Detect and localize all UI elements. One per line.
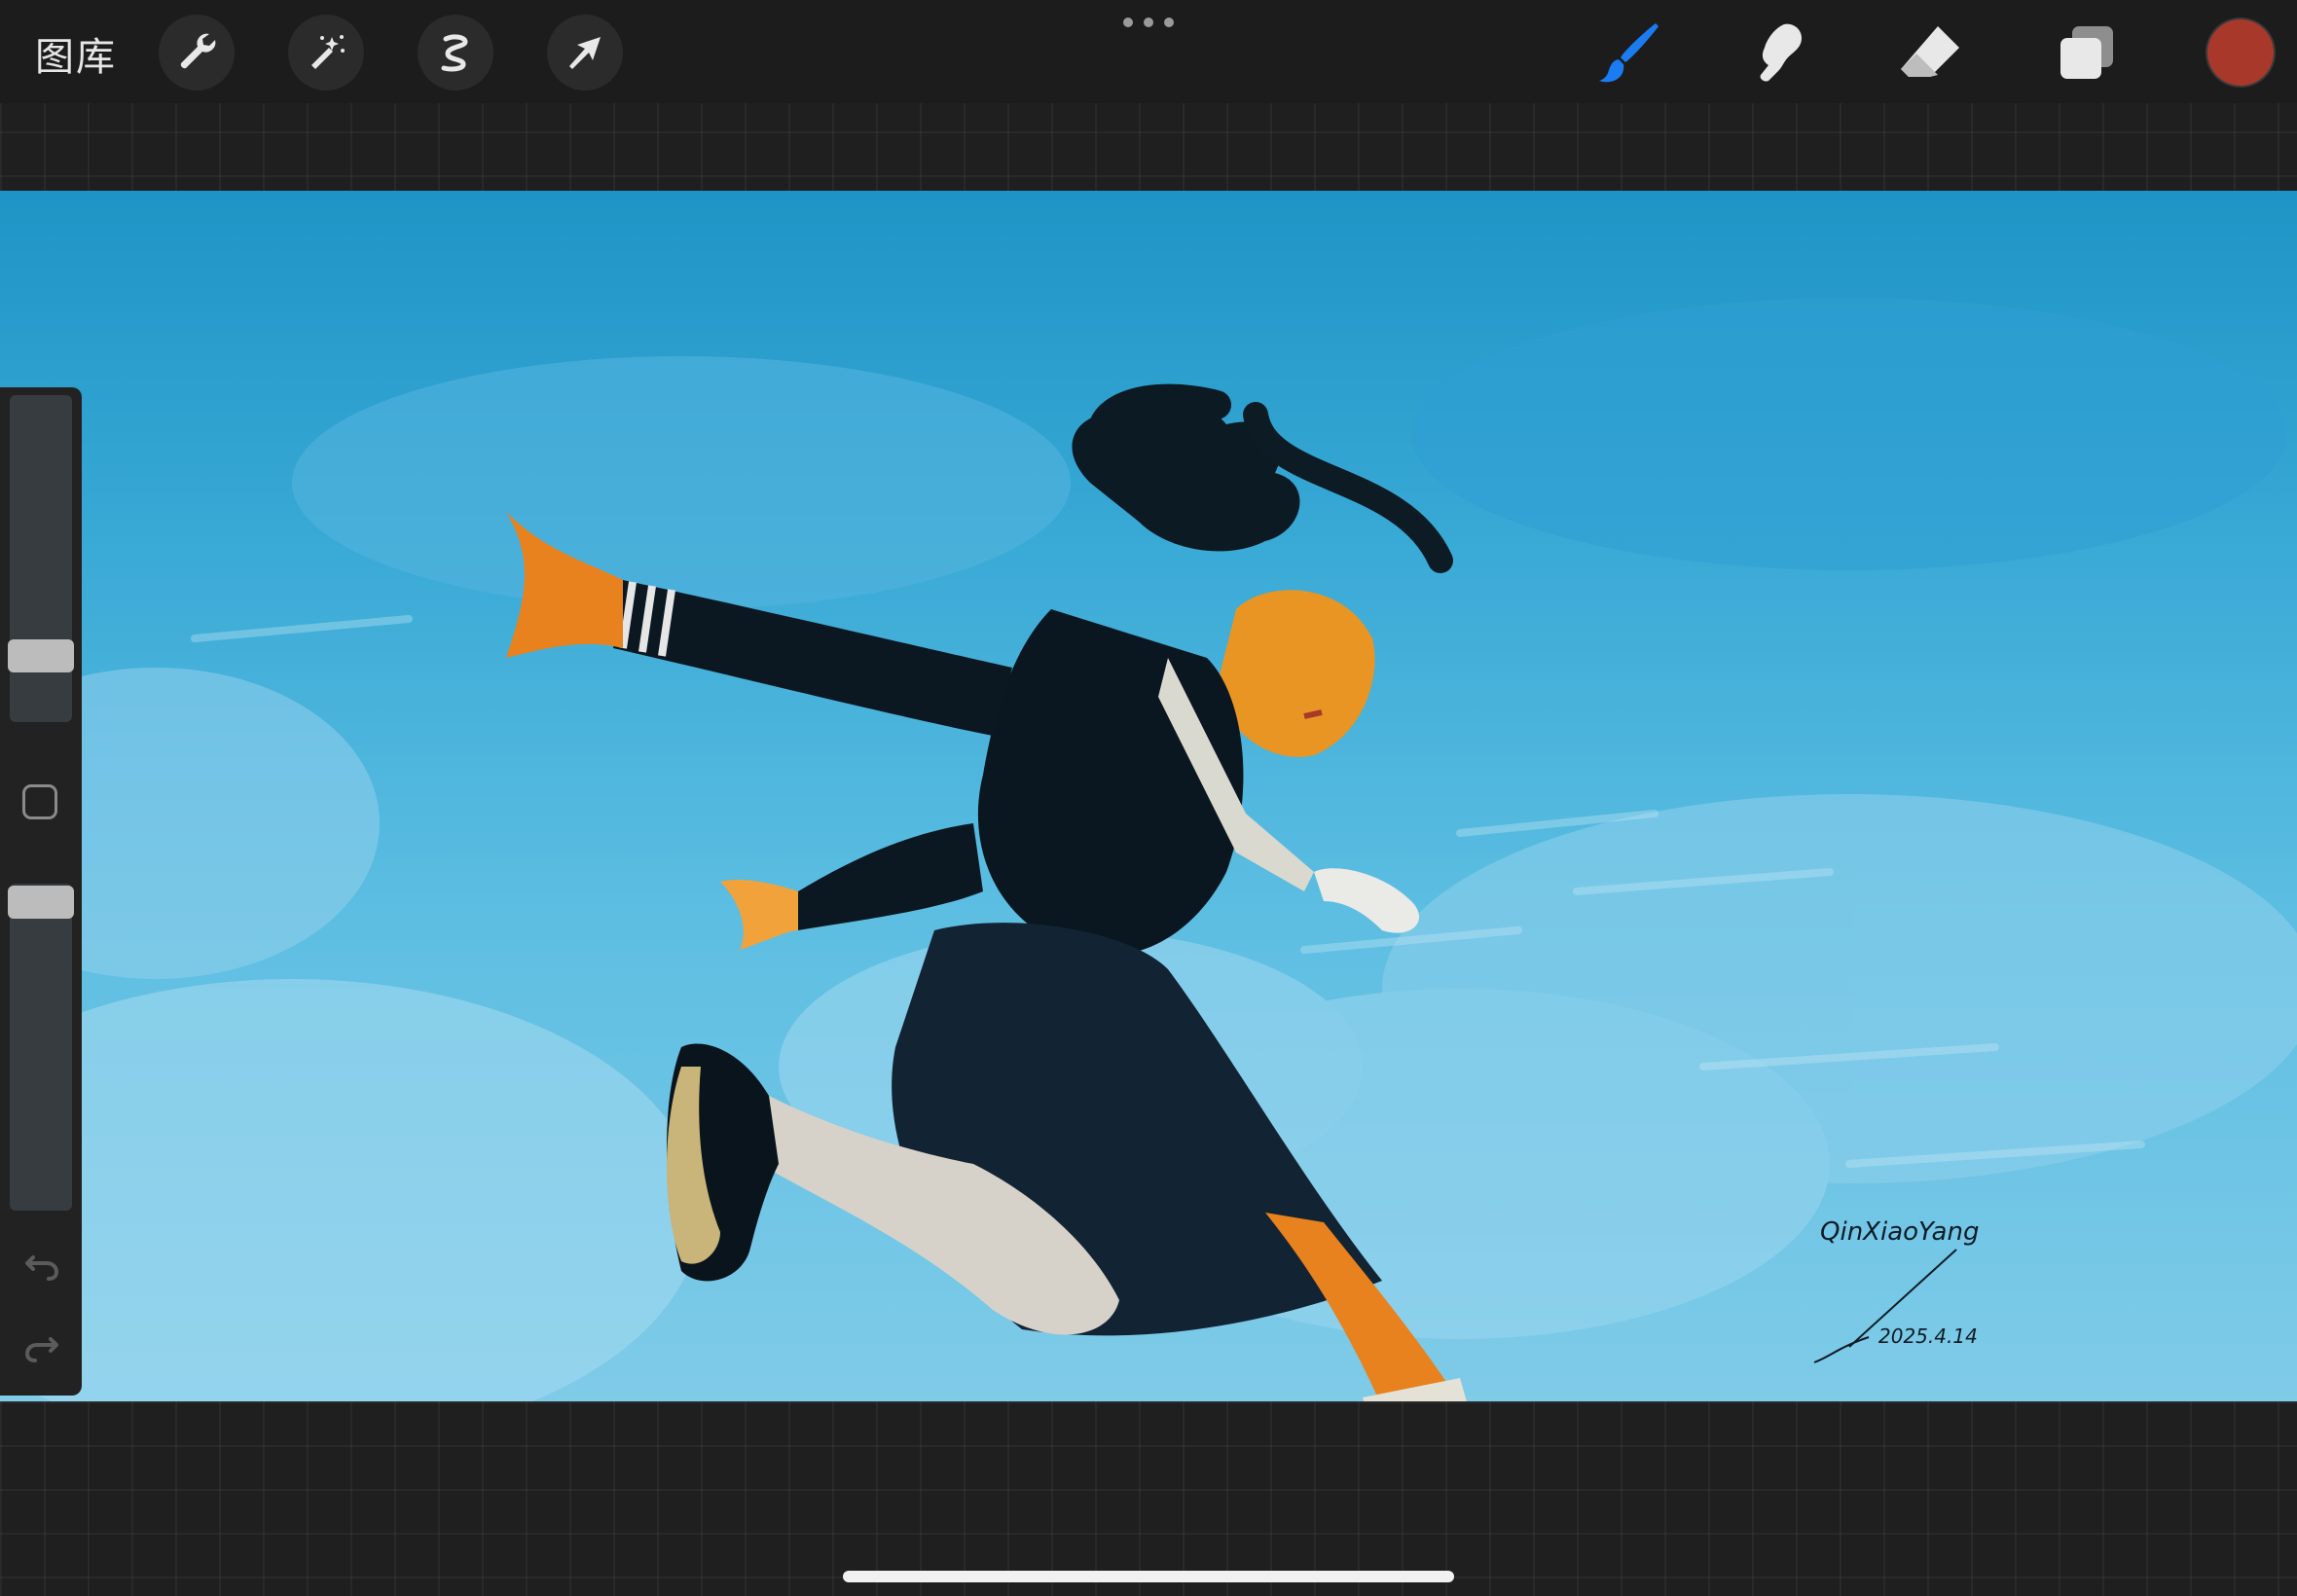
eraser-tool-button[interactable] xyxy=(1894,16,1968,90)
home-indicator[interactable] xyxy=(843,1571,1454,1582)
transform-arrow-icon xyxy=(569,37,601,69)
left-sidebar xyxy=(0,387,82,1396)
svg-text:QinXiaoYang: QinXiaoYang xyxy=(1820,1217,1979,1247)
eraser-icon xyxy=(1901,26,1959,77)
artist-signature: QinXiaoYang 2025.4.14 xyxy=(1813,1217,1979,1363)
magic-wand-icon xyxy=(311,35,345,69)
svg-text:2025.4.14: 2025.4.14 xyxy=(1878,1324,1978,1348)
top-toolbar: 图库 xyxy=(0,0,2297,103)
brush-size-slider[interactable] xyxy=(10,395,72,722)
brush-size-slider-thumb[interactable] xyxy=(8,639,74,672)
actions-button[interactable] xyxy=(159,15,235,91)
wrench-icon xyxy=(180,33,216,69)
more-dots-icon[interactable] xyxy=(1123,16,1174,29)
opacity-slider-thumb[interactable] xyxy=(8,886,74,919)
transform-button[interactable] xyxy=(547,15,623,91)
opacity-slider[interactable] xyxy=(10,884,72,1211)
undo-icon[interactable] xyxy=(21,1242,62,1283)
adjustments-button[interactable] xyxy=(288,15,364,91)
color-picker-button[interactable] xyxy=(2207,19,2274,86)
selection-icon xyxy=(441,34,468,72)
smudge-tool-button[interactable] xyxy=(1742,16,1816,90)
brush-tool-button[interactable] xyxy=(1592,16,1666,90)
gallery-button[interactable]: 图库 xyxy=(35,25,117,82)
redo-icon[interactable] xyxy=(21,1324,62,1364)
layers-button[interactable] xyxy=(2050,16,2124,90)
modify-square-icon[interactable] xyxy=(22,784,57,819)
selection-button[interactable] xyxy=(418,15,493,91)
layers-icon xyxy=(2060,26,2113,79)
smudge-icon xyxy=(1760,23,1802,82)
brush-icon xyxy=(1599,23,1659,83)
